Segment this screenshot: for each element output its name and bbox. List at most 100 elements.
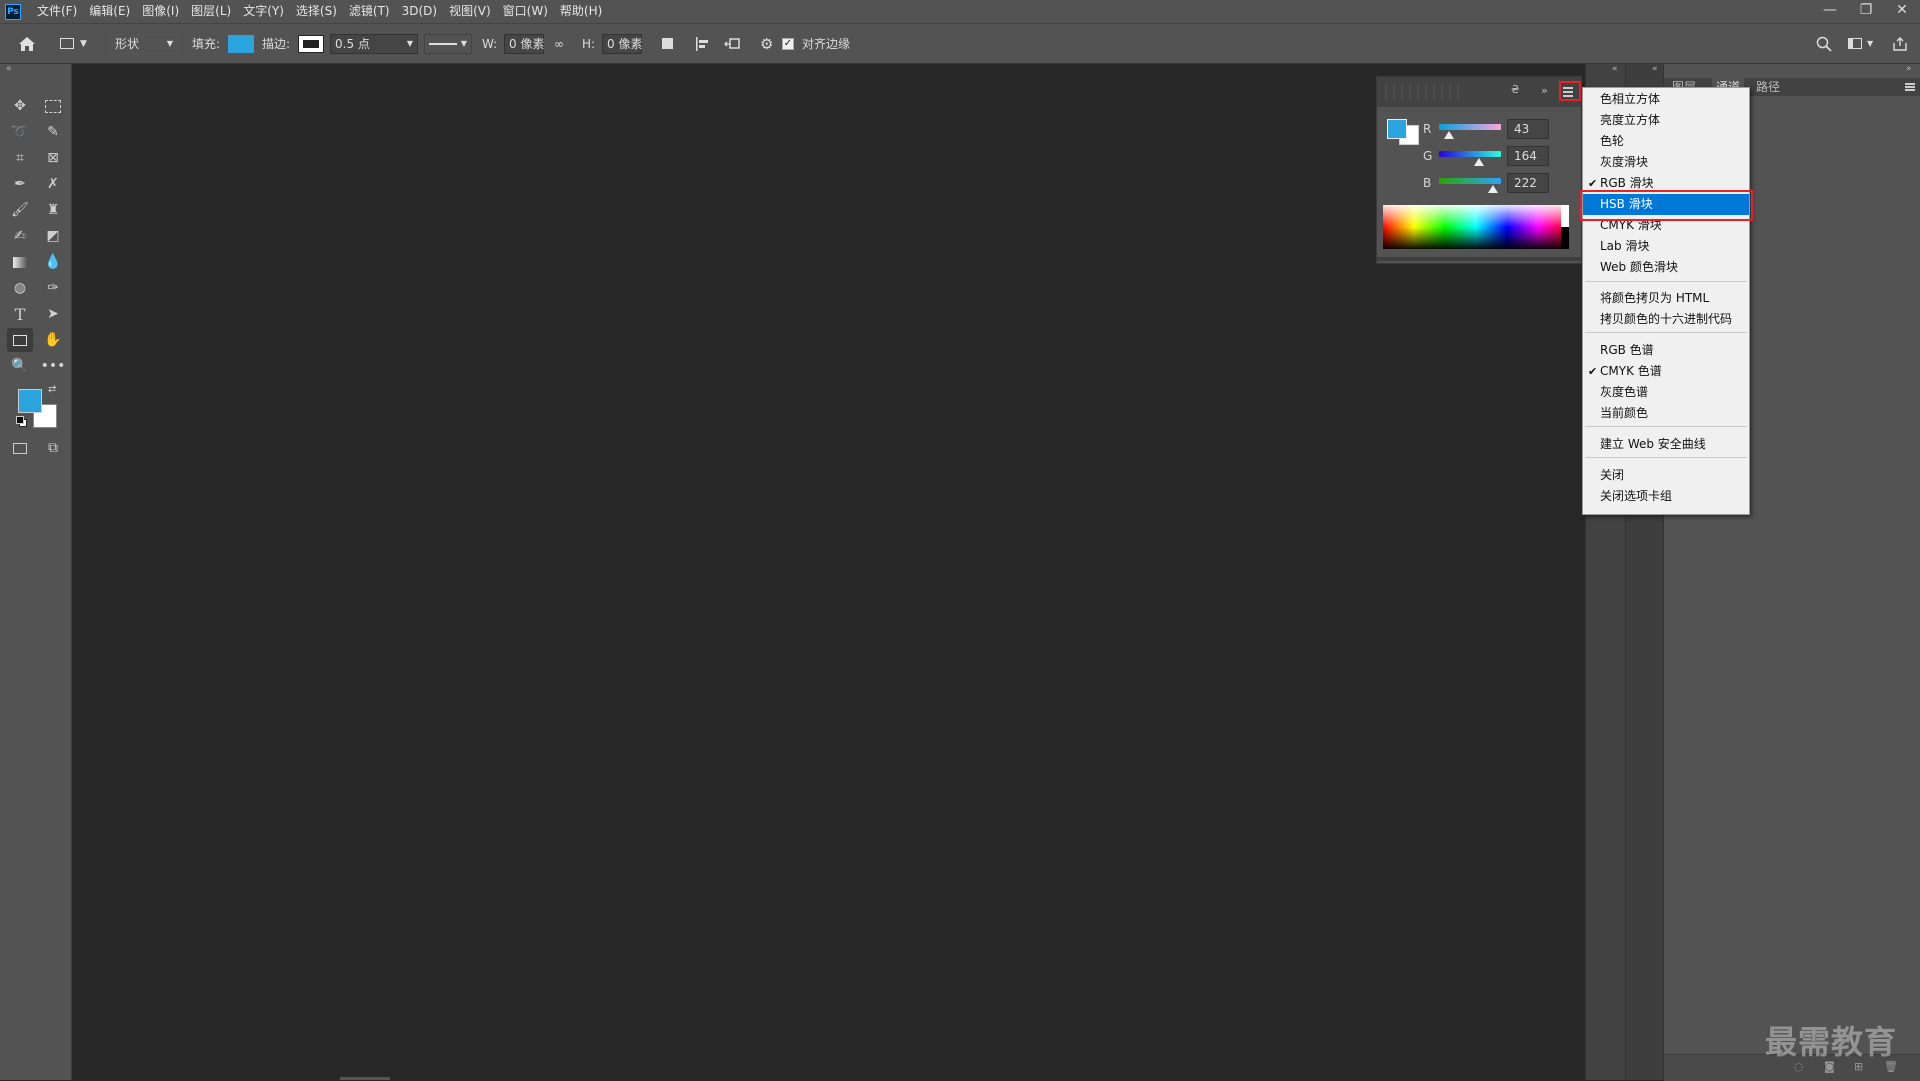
gradient-tool-icon[interactable] [7, 250, 33, 274]
align-edges-label: 对齐边缘 [802, 37, 851, 51]
brush-tool-icon[interactable]: 🖌 [7, 198, 33, 222]
stroke-width-field[interactable]: 0.5 点 ▼ [330, 24, 418, 63]
crop-tool-icon[interactable]: ⌗ [7, 146, 33, 170]
spectrum-black-swatch[interactable] [1561, 227, 1569, 249]
panel-grip[interactable] [1385, 83, 1465, 101]
menu-item-grayscale-spectrum[interactable]: 灰度色谱 [1583, 382, 1749, 403]
link-icon[interactable]: ∞ [554, 24, 564, 63]
menu-item-grayscale-slider[interactable]: 灰度滑块 [1583, 152, 1749, 173]
menu-item-web-safe-ramp[interactable]: 建立 Web 安全曲线 [1583, 434, 1749, 455]
eraser-tool-icon[interactable]: ◩ [40, 224, 66, 248]
restore-icon[interactable]: ❐ [1848, 0, 1884, 23]
screen-mode-icon[interactable]: ⧉ [40, 436, 66, 460]
path-arrangement-icon[interactable] [724, 24, 742, 63]
canvas-area[interactable] [72, 64, 1585, 1080]
width-field[interactable]: 0 像素 [504, 24, 544, 63]
panel-tab-icon[interactable]: ₴ [1511, 83, 1520, 96]
g-slider-thumb[interactable] [1473, 158, 1484, 166]
mode-select[interactable]: 形状 ▼ [110, 24, 178, 63]
path-alignment-icon[interactable] [694, 24, 710, 63]
move-tool-icon[interactable]: ✥ [7, 94, 33, 118]
eyedropper-tool-icon[interactable]: ✒ [7, 172, 33, 196]
stroke-type-select[interactable]: ▼ [424, 24, 472, 63]
menu-item-brightness-cube[interactable]: 亮度立方体 [1583, 110, 1749, 131]
menu-help[interactable]: 帮助(H) [554, 0, 608, 23]
b-value-field[interactable]: 222 [1507, 173, 1549, 193]
tool-preset-picker[interactable]: ▼ [60, 24, 87, 63]
menu-item-copy-hex[interactable]: 拷贝颜色的十六进制代码 [1583, 309, 1749, 330]
swap-colors-icon[interactable]: ⇄ [48, 384, 56, 395]
menu-item-rgb-spectrum[interactable]: RGB 色谱 [1583, 340, 1749, 361]
collapse-dock-icon[interactable]: « [1612, 64, 1618, 74]
menu-view[interactable]: 视图(V) [443, 0, 497, 23]
menu-select[interactable]: 选择(S) [290, 0, 343, 23]
type-tool-icon[interactable]: T [7, 302, 33, 326]
r-value-field[interactable]: 43 [1507, 119, 1549, 139]
blur-tool-icon[interactable]: 💧 [40, 250, 66, 274]
foreground-color-swatch[interactable] [1387, 119, 1407, 139]
lasso-tool-icon[interactable]: ➰ [7, 120, 33, 144]
panel-menu-icon[interactable] [1905, 82, 1917, 92]
default-colors-icon[interactable] [16, 416, 27, 427]
menu-item-color-wheel[interactable]: 色轮 [1583, 131, 1749, 152]
r-slider-thumb[interactable] [1444, 131, 1455, 139]
menu-item-web-color-slider[interactable]: Web 颜色滑块 [1583, 257, 1749, 278]
more-tools-icon[interactable]: ••• [40, 354, 66, 378]
expand-panels-icon[interactable]: » [1541, 84, 1548, 97]
menu-layer[interactable]: 图层(L) [185, 0, 237, 23]
hand-tool-icon[interactable]: ✋ [40, 328, 66, 352]
fill-swatch[interactable] [228, 24, 254, 63]
path-operations-icon[interactable] [662, 24, 673, 63]
dodge-tool-icon[interactable]: ◍ [7, 276, 33, 300]
menu-window[interactable]: 窗口(W) [497, 0, 554, 23]
minimize-icon[interactable]: — [1812, 0, 1848, 23]
spectrum-white-swatch[interactable] [1561, 205, 1569, 227]
color-spectrum-bar[interactable] [1383, 205, 1569, 249]
clone-stamp-tool-icon[interactable]: ♜ [40, 198, 66, 222]
expand-dock-icon[interactable]: » [1906, 64, 1912, 74]
collapse-toolbar-icon[interactable]: « [6, 64, 12, 74]
align-edges-checkbox[interactable]: ✓ [782, 24, 794, 63]
stroke-swatch[interactable] [298, 24, 324, 63]
menu-image[interactable]: 图像(I) [136, 0, 185, 23]
share-icon[interactable] [1892, 24, 1908, 63]
panel-resize-handle[interactable] [1377, 257, 1581, 261]
menu-item-hue-cube[interactable]: 色相立方体 [1583, 89, 1749, 110]
menu-item-copy-html[interactable]: 将颜色拷贝为 HTML [1583, 288, 1749, 309]
close-icon[interactable]: ✕ [1884, 0, 1920, 23]
b-slider-thumb[interactable] [1488, 185, 1498, 193]
g-slider-track[interactable] [1439, 151, 1501, 157]
r-label: R [1423, 122, 1432, 136]
workspace-switcher[interactable]: ▼ [1848, 24, 1873, 63]
height-field[interactable]: 0 像素 [602, 24, 642, 63]
b-slider-track[interactable] [1439, 178, 1501, 184]
tab-paths[interactable]: 路径 [1756, 78, 1780, 96]
menu-edit[interactable]: 编辑(E) [83, 0, 136, 23]
history-brush-tool-icon[interactable]: ✍ [7, 224, 33, 248]
menu-item-cmyk-spectrum[interactable]: ✔ CMYK 色谱 [1583, 361, 1749, 382]
quick-selection-tool-icon[interactable]: ✎ [40, 120, 66, 144]
zoom-tool-icon[interactable]: 🔍 [7, 354, 33, 378]
home-icon[interactable] [18, 24, 36, 63]
menu-item-current-colors[interactable]: 当前颜色 [1583, 403, 1749, 424]
g-value-field[interactable]: 164 [1507, 146, 1549, 166]
rectangle-tool-icon[interactable] [7, 328, 33, 352]
menu-item-close[interactable]: 关闭 [1583, 465, 1749, 486]
menu-item-lab-slider[interactable]: Lab 滑块 [1583, 236, 1749, 257]
menu-item-close-tab-group[interactable]: 关闭选项卡组 [1583, 486, 1749, 507]
foreground-color-swatch[interactable] [18, 389, 42, 413]
frame-tool-icon[interactable]: ⊠ [40, 146, 66, 170]
marquee-tool-icon[interactable] [40, 94, 66, 118]
r-slider-track[interactable] [1439, 124, 1501, 130]
menu-file[interactable]: 文件(F) [31, 0, 83, 23]
gear-icon[interactable]: ⚙ [760, 24, 773, 63]
pen-tool-icon[interactable]: ✑ [40, 276, 66, 300]
menu-filter[interactable]: 滤镜(T) [343, 0, 396, 23]
search-icon[interactable] [1816, 24, 1832, 63]
collapse-dock-icon[interactable]: « [1652, 64, 1658, 74]
menu-3d[interactable]: 3D(D) [396, 0, 443, 23]
path-selection-tool-icon[interactable]: ➤ [40, 302, 66, 326]
menu-type[interactable]: 文字(Y) [237, 0, 290, 23]
quick-mask-icon[interactable] [7, 436, 33, 460]
healing-brush-tool-icon[interactable]: ✗ [40, 172, 66, 196]
